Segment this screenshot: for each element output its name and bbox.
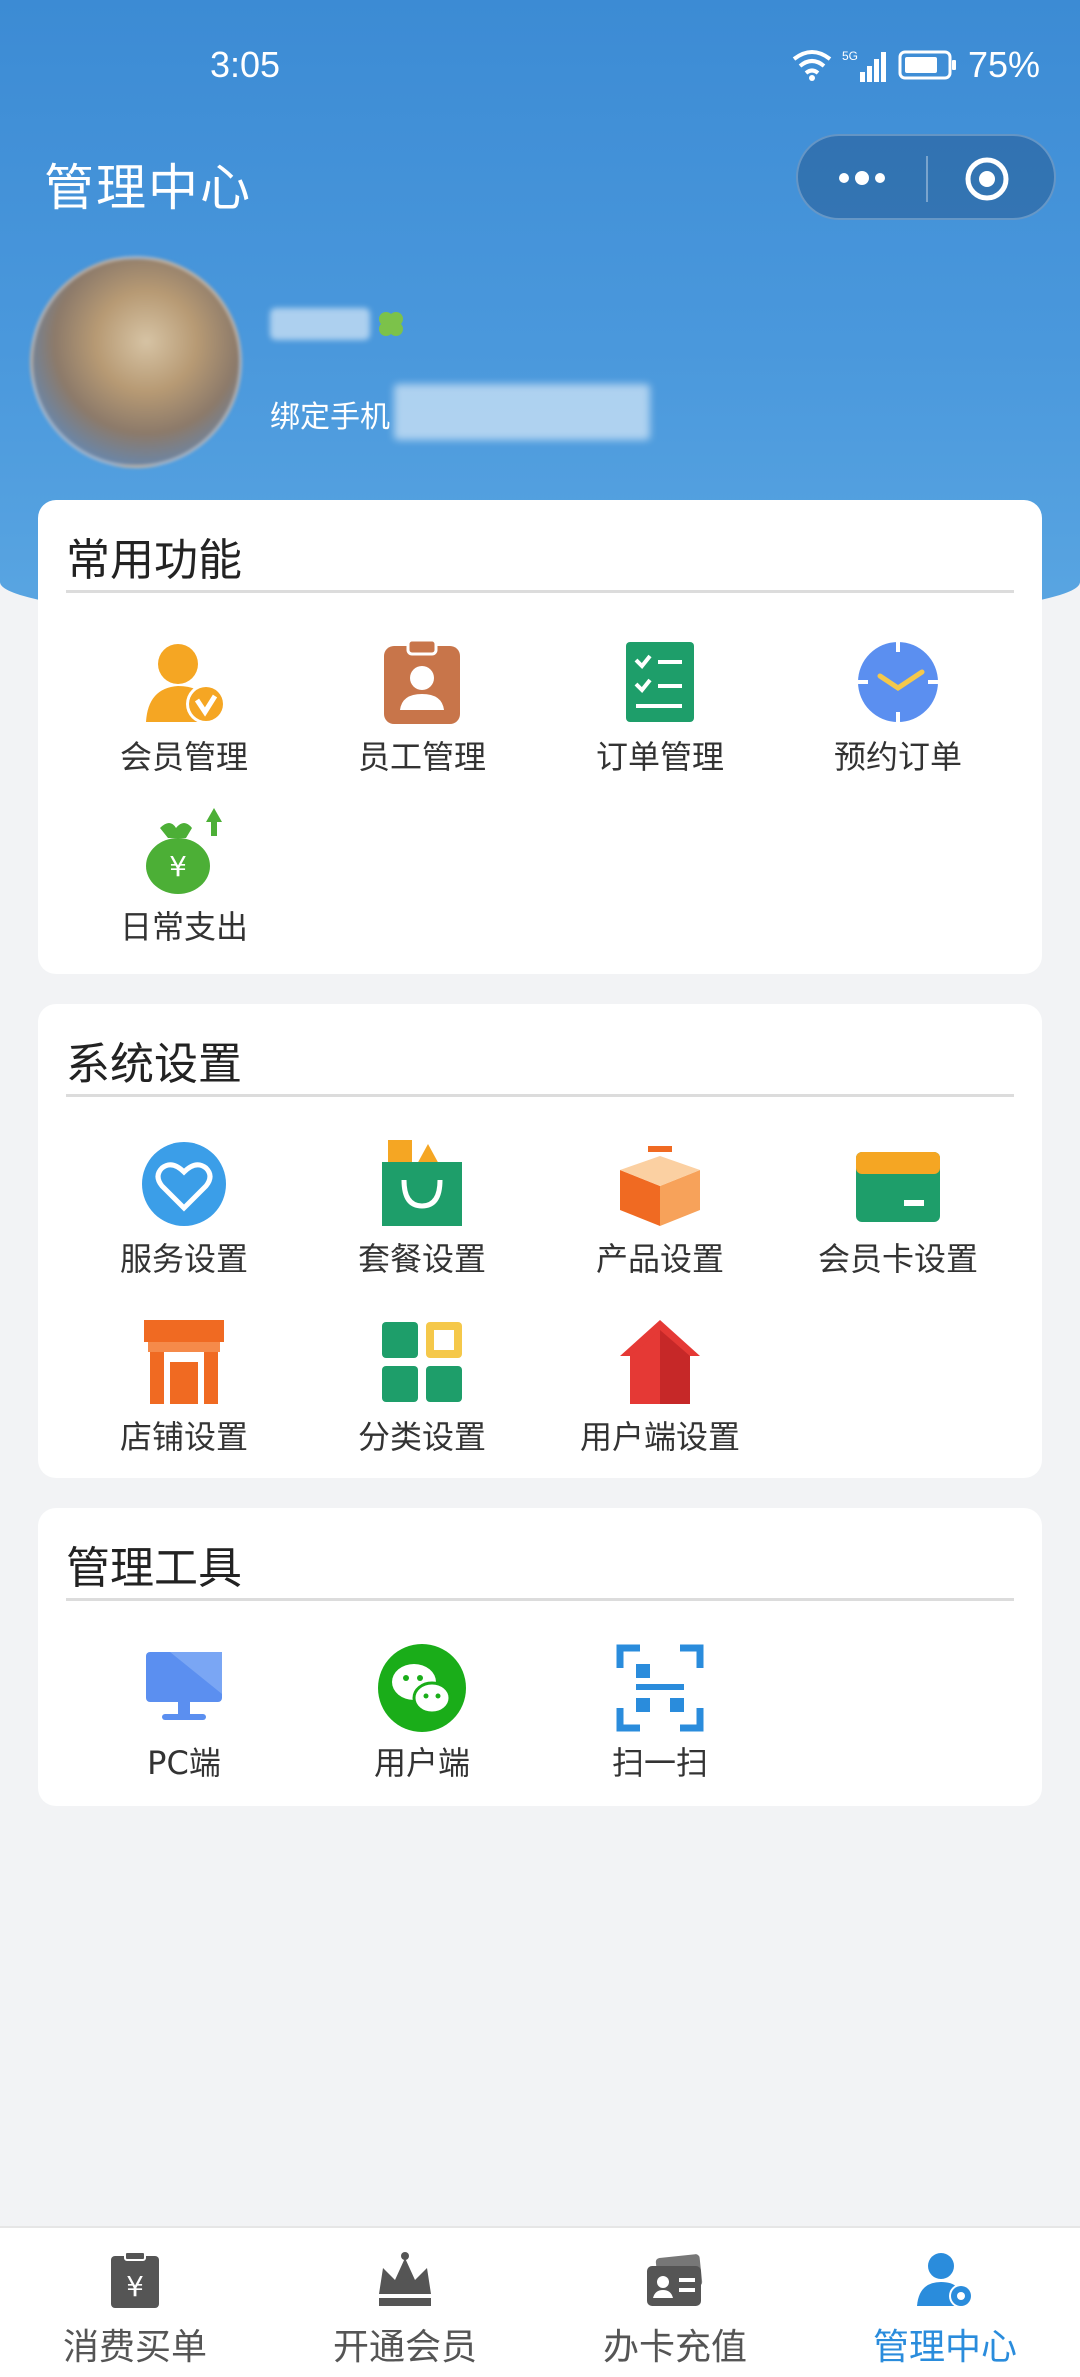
clock-icon: [858, 642, 938, 722]
order-list-icon: [626, 642, 694, 722]
bind-phone-value-blurred: [394, 384, 650, 440]
grid-item-label: 店铺设置: [119, 1418, 248, 1456]
tab-label: 消费买单: [62, 2327, 207, 2368]
grid-item-product-settings[interactable]: 产品设置: [540, 1140, 780, 1280]
grid-item-label: 分类设置: [357, 1418, 486, 1456]
category-grid-icon: [382, 1322, 462, 1402]
page-title: 管理中心: [44, 159, 252, 217]
network-label: 5G: [842, 49, 858, 63]
grid-item-package-settings[interactable]: 套餐设置: [302, 1140, 542, 1280]
signal-icon: 5G: [842, 49, 886, 82]
tab-label: 开通会员: [332, 2327, 477, 2368]
grid-item-label: 日常支出: [119, 908, 248, 946]
grid-item-category-settings[interactable]: 分类设置: [302, 1318, 542, 1458]
grid-item-client-settings[interactable]: 用户端设置: [540, 1318, 780, 1458]
tab-open-membership[interactable]: 开通会员: [270, 2228, 540, 2377]
grid-item-label: 预约订单: [833, 738, 962, 776]
grid-item-label: 套餐设置: [357, 1240, 486, 1278]
grid-item-label: 服务设置: [119, 1240, 248, 1278]
grid-item-label: 用户端设置: [579, 1418, 740, 1456]
grid-item-label: 会员管理: [119, 738, 248, 776]
section-title: 常用功能: [66, 535, 242, 586]
svg-text:¥: ¥: [169, 850, 187, 883]
grid-item-membership-card-settings[interactable]: 会员卡设置: [778, 1140, 1018, 1280]
id-card-icon: [647, 2254, 703, 2306]
more-icon[interactable]: [832, 158, 892, 198]
store-icon: [144, 1320, 224, 1404]
bottom-tab-bar: ¥ 消费买单 开通会员 办卡充值 管理中心: [0, 2226, 1080, 2377]
svg-text:¥: ¥: [126, 2270, 144, 2303]
battery-icon: [898, 50, 956, 80]
clover-icon: [379, 312, 403, 336]
heart-icon: [142, 1142, 226, 1226]
grid-item-order-manage[interactable]: 订单管理: [540, 638, 780, 778]
tab-management-center[interactable]: 管理中心: [810, 2228, 1080, 2377]
tab-label: 办卡充值: [602, 2327, 747, 2368]
section-divider: [66, 1598, 1014, 1601]
wechat-icon: [378, 1644, 466, 1732]
tab-checkout[interactable]: ¥ 消费买单: [0, 2228, 270, 2377]
grid-item-label: 用户端: [373, 1744, 470, 1782]
section-divider: [66, 590, 1014, 593]
management-tools-card: 管理工具 PC端 用户端 扫一扫: [38, 1508, 1042, 1806]
house-icon: [620, 1320, 700, 1404]
system-settings-card: 系统设置 服务设置 套餐设置 产品设置 会员卡设置 店铺设置 分类设置 用户端设…: [38, 1004, 1042, 1478]
staff-badge-icon: [384, 638, 460, 724]
card-icon: [856, 1152, 940, 1222]
user-settings-icon: [917, 2253, 973, 2308]
common-functions-card: 常用功能 会员管理 员工管理 订单管理 预约订单 ¥ 日常支出: [38, 500, 1042, 974]
grid-item-service-settings[interactable]: 服务设置: [64, 1140, 304, 1280]
money-bag-icon: ¥: [146, 808, 222, 894]
monitor-icon: [146, 1652, 222, 1720]
grid-item-user-client[interactable]: 用户端: [302, 1644, 542, 1784]
miniprogram-capsule: [796, 134, 1056, 220]
box-icon: [620, 1146, 700, 1226]
grid-item-reservation-order[interactable]: 预约订单: [778, 638, 1018, 778]
avatar[interactable]: [30, 256, 242, 468]
section-title: 管理工具: [66, 1543, 242, 1594]
shopping-bag-icon: [382, 1140, 462, 1226]
battery-percent: 75%: [967, 44, 1040, 85]
close-target-icon[interactable]: [964, 156, 1010, 202]
nickname-blurred: [270, 308, 370, 340]
grid-item-label: 订单管理: [595, 738, 724, 776]
grid-item-label: 产品设置: [595, 1240, 724, 1278]
capsule-divider: [926, 156, 928, 202]
status-bar: 3:05 5G 75%: [0, 0, 1080, 130]
grid-item-scan[interactable]: 扫一扫: [540, 1644, 780, 1784]
grid-item-pc-client[interactable]: PC端: [64, 1644, 304, 1784]
tab-card-recharge[interactable]: 办卡充值: [540, 2228, 810, 2377]
wifi-icon: [792, 50, 832, 81]
grid-item-label: 员工管理: [357, 738, 486, 776]
section-title: 系统设置: [66, 1039, 242, 1090]
grid-item-staff-manage[interactable]: 员工管理: [302, 638, 542, 778]
bind-phone-label: 绑定手机: [270, 400, 390, 435]
grid-item-daily-expense[interactable]: ¥ 日常支出: [64, 808, 304, 948]
section-divider: [66, 1094, 1014, 1097]
status-time: 3:05: [210, 44, 281, 85]
member-manage-icon: [146, 644, 226, 724]
scan-icon: [616, 1644, 704, 1732]
grid-item-label: 扫一扫: [611, 1744, 708, 1782]
grid-item-member-manage[interactable]: 会员管理: [64, 638, 304, 778]
grid-item-label: PC端: [147, 1744, 221, 1782]
status-icons: 5G 75%: [792, 44, 1040, 86]
receipt-yen-icon: ¥: [111, 2251, 159, 2308]
grid-item-store-settings[interactable]: 店铺设置: [64, 1318, 304, 1458]
grid-item-label: 会员卡设置: [817, 1240, 978, 1278]
crown-icon: [379, 2252, 431, 2306]
tab-label: 管理中心: [872, 2327, 1017, 2368]
